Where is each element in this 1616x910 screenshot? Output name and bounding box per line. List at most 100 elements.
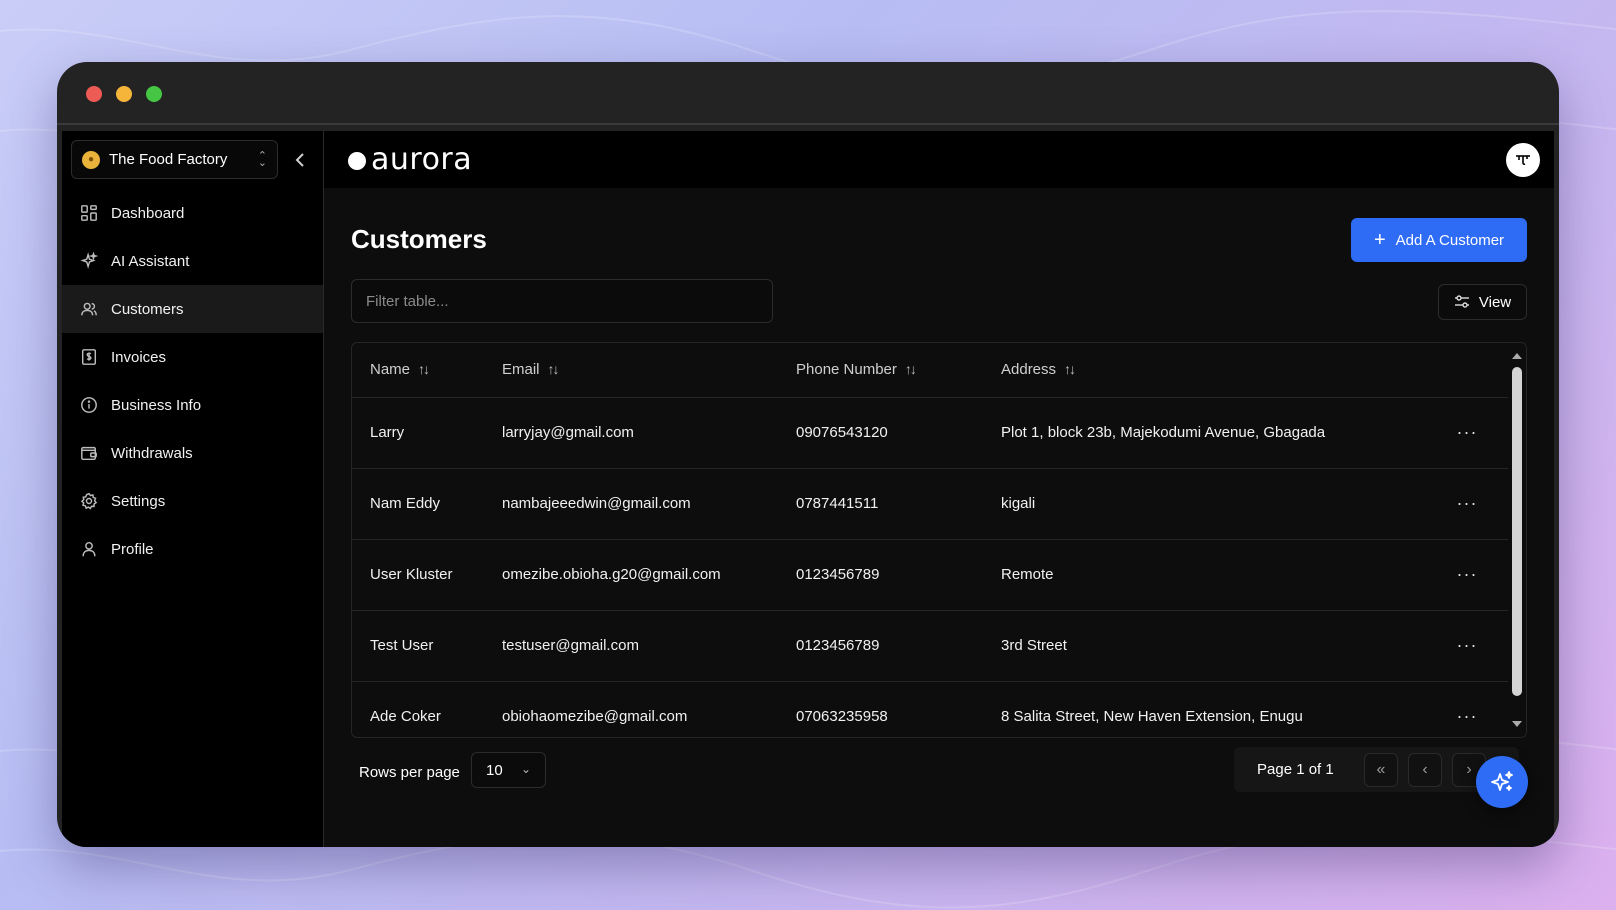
main-panel: aurora Customers + Add A Customer View (324, 131, 1554, 847)
cell-email: obiohaomezibe@gmail.com (484, 681, 778, 737)
add-customer-label: Add A Customer (1395, 231, 1505, 249)
cell-address: 3rd Street (983, 610, 1403, 682)
cell-address: Plot 1, block 23b, Majekodumi Avenue, Gb… (983, 397, 1403, 469)
sliders-icon (1454, 295, 1469, 308)
cell-address: 8 Salita Street, New Haven Extension, En… (983, 681, 1403, 737)
rows-per-page-label: Rows per page (359, 764, 460, 781)
avatar[interactable] (1506, 143, 1540, 177)
page-title: Customers (351, 224, 487, 254)
sidebar-item-ai-assistant[interactable]: AI Assistant (62, 237, 323, 285)
table-scrollbar[interactable] (1508, 343, 1526, 737)
cell-phone: 0787441511 (778, 468, 983, 540)
row-actions-menu-icon[interactable]: ··· (1403, 397, 1513, 469)
sidebar: ● The Food Factory ⌃ ⌄ Dashboard AI Assis… (62, 131, 327, 847)
table-row[interactable]: Nam Eddy nambajeeedwin@gmail.com 0787441… (352, 468, 1513, 540)
org-name: The Food Factory (109, 151, 228, 168)
chevrons-left-icon: « (1376, 761, 1386, 778)
page-info: Page 1 of 1 (1257, 761, 1334, 778)
info-icon (79, 395, 99, 415)
maximize-window-button[interactable] (146, 86, 162, 102)
row-actions-menu-icon[interactable]: ··· (1403, 681, 1513, 737)
view-button-label: View (1478, 293, 1512, 311)
table-row[interactable]: User Kluster omezibe.obioha.g20@gmail.co… (352, 539, 1513, 611)
previous-page-button[interactable]: ‹ (1408, 753, 1442, 787)
sort-icon[interactable]: ↑↓ (548, 361, 560, 377)
cell-name: Ade Coker (352, 681, 484, 737)
column-label: Name (370, 361, 411, 379)
column-header-name[interactable]: Name ↑↓ (352, 343, 484, 398)
sidebar-item-label: Dashboard (111, 204, 185, 222)
ai-assistant-fab[interactable] (1476, 756, 1528, 808)
user-icon (79, 539, 99, 559)
cell-name: Larry (352, 397, 484, 469)
sidebar-item-label: Business Info (111, 396, 202, 414)
sidebar-item-profile[interactable]: Profile (62, 525, 323, 573)
column-header-phone[interactable]: Phone Number ↑↓ (778, 343, 983, 398)
table-row[interactable]: Ade Coker obiohaomezibe@gmail.com 070632… (352, 681, 1513, 737)
filter-table-input[interactable] (351, 279, 773, 323)
cell-name: User Kluster (352, 539, 484, 611)
column-label: Phone Number (796, 361, 897, 379)
column-header-address[interactable]: Address ↑↓ (983, 343, 1403, 398)
row-actions-menu-icon[interactable]: ··· (1403, 610, 1513, 682)
sidebar-item-invoices[interactable]: Invoices (62, 333, 323, 381)
scroll-down-arrow-icon[interactable] (1512, 721, 1522, 727)
rows-per-page-value: 10 (486, 761, 503, 779)
column-header-email[interactable]: Email ↑↓ (484, 343, 778, 398)
add-customer-button[interactable]: + Add A Customer (1351, 218, 1527, 262)
invoice-icon (79, 347, 99, 367)
sparkles-icon (79, 251, 99, 271)
org-switcher[interactable]: ● The Food Factory ⌃ ⌄ (71, 140, 278, 179)
cell-name: Nam Eddy (352, 468, 484, 540)
scrollbar-thumb[interactable] (1512, 367, 1522, 696)
table-row[interactable]: Test User testuser@gmail.com 0123456789 … (352, 610, 1513, 682)
chevron-left-icon (295, 153, 304, 167)
view-options-button[interactable]: View (1438, 284, 1527, 320)
minimize-window-button[interactable] (116, 86, 132, 102)
cell-email: omezibe.obioha.g20@gmail.com (484, 539, 778, 611)
org-logo-icon: ● (82, 150, 100, 169)
chevron-left-icon: ‹ (1422, 761, 1428, 778)
first-page-button[interactable]: « (1364, 753, 1398, 787)
top-bar: aurora (324, 131, 1554, 188)
rows-per-page-select[interactable]: 10 ⌄ (471, 752, 546, 788)
sidebar-item-label: Profile (111, 540, 154, 558)
sidebar-item-dashboard[interactable]: Dashboard (62, 189, 323, 237)
column-label: Address (1001, 361, 1057, 379)
brand-dot-icon (348, 152, 366, 170)
row-actions-menu-icon[interactable]: ··· (1403, 539, 1513, 611)
close-window-button[interactable] (86, 86, 102, 102)
sidebar-item-customers[interactable]: Customers (62, 285, 323, 333)
scroll-up-arrow-icon[interactable] (1512, 353, 1522, 359)
row-actions-menu-icon[interactable]: ··· (1403, 468, 1513, 540)
users-icon (79, 299, 99, 319)
brand-logo: aurora (348, 142, 472, 177)
gear-icon (79, 491, 99, 511)
sidebar-item-settings[interactable]: Settings (62, 477, 323, 525)
plus-icon: + (1373, 229, 1386, 251)
table-row[interactable]: Larry larryjay@gmail.com 09076543120 Plo… (352, 397, 1513, 469)
titlebar-divider (57, 123, 1559, 125)
sort-icon[interactable]: ↑↓ (905, 361, 917, 377)
cell-email: testuser@gmail.com (484, 610, 778, 682)
sidebar-item-label: Withdrawals (111, 444, 193, 462)
dashboard-icon (79, 203, 99, 223)
sidebar-item-business-info[interactable]: Business Info (62, 381, 323, 429)
sort-icon[interactable]: ↑↓ (418, 361, 430, 377)
cell-phone: 0123456789 (778, 539, 983, 611)
wallet-icon (79, 443, 99, 463)
chevron-up-down-icon: ⌃ ⌄ (257, 149, 267, 169)
cell-phone: 07063235958 (778, 681, 983, 737)
avatar-face-icon (1516, 155, 1530, 165)
chevron-down-icon: ⌄ (520, 762, 531, 776)
sidebar-item-label: Invoices (111, 348, 167, 366)
column-header-actions (1403, 343, 1513, 398)
cell-email: larryjay@gmail.com (484, 397, 778, 469)
sidebar-nav: Dashboard AI Assistant Customers Invoice… (62, 189, 323, 573)
chevron-right-icon: › (1466, 761, 1472, 778)
sidebar-item-withdrawals[interactable]: Withdrawals (62, 429, 323, 477)
collapse-sidebar-button[interactable] (290, 149, 310, 171)
sort-icon[interactable]: ↑↓ (1064, 361, 1076, 377)
cell-address: Remote (983, 539, 1403, 611)
table-footer: Rows per page 10 ⌄ Page 1 of 1 « ‹ › (351, 747, 1527, 796)
